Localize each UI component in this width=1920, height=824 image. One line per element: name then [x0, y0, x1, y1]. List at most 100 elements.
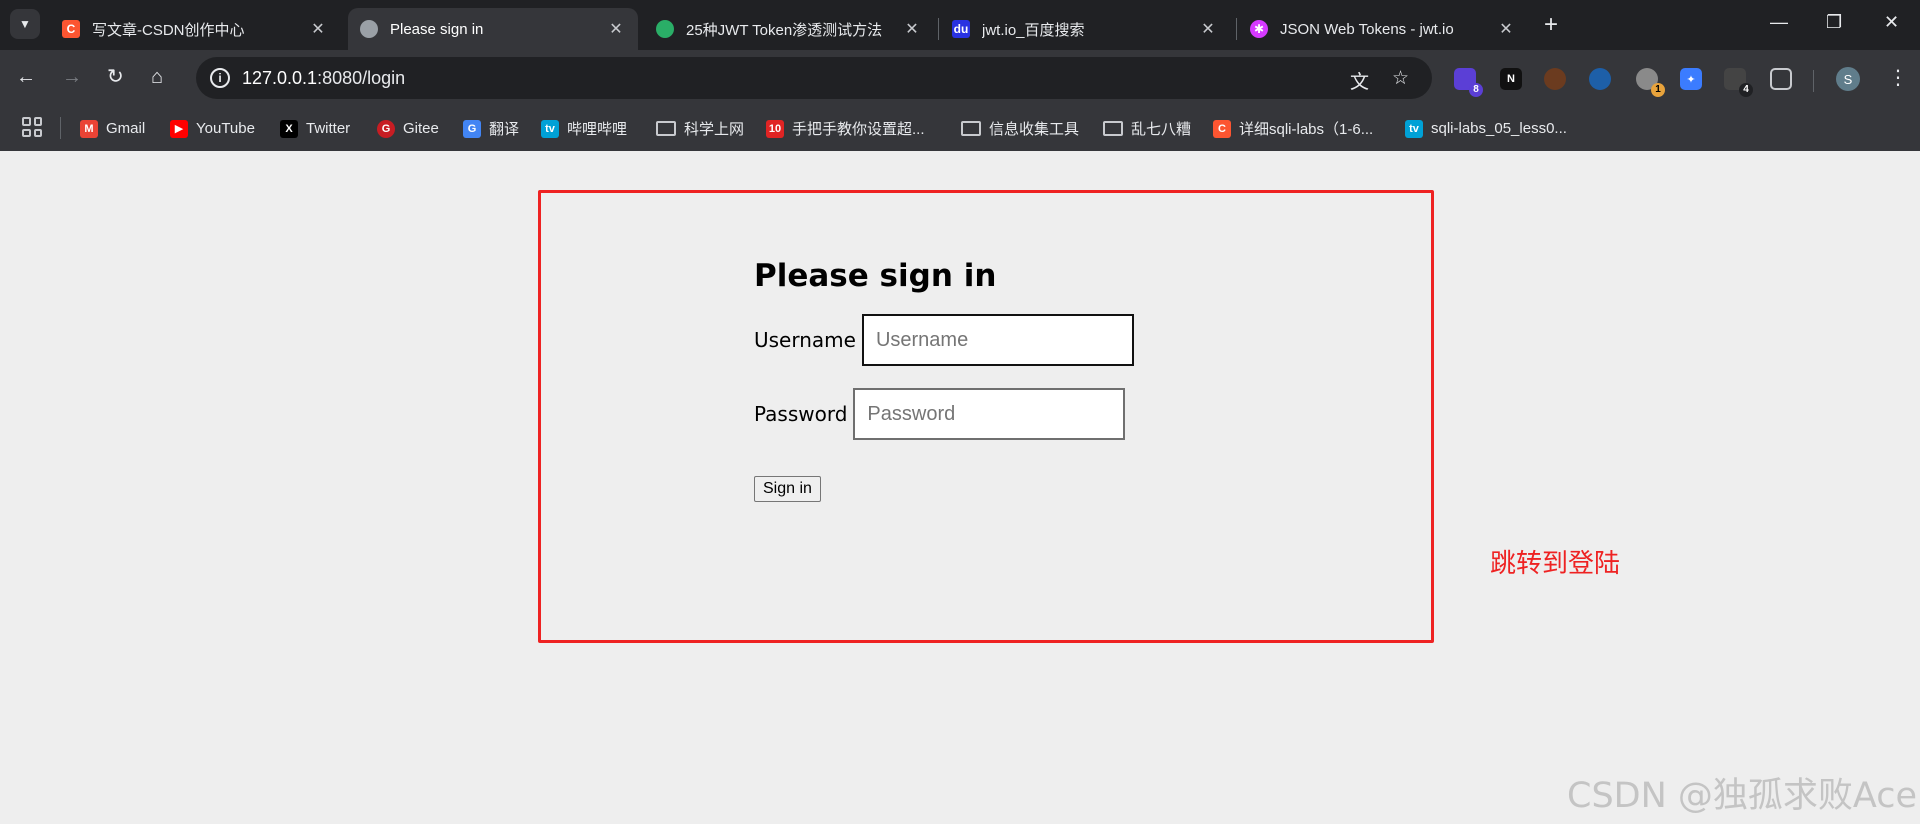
extension-purple-icon[interactable]: 8	[1454, 68, 1483, 97]
csdn-icon: C	[62, 20, 80, 38]
tab-title: 写文章-CSDN创作中心	[92, 21, 245, 39]
bookmark-label: Gmail	[106, 120, 146, 137]
twitter-icon: X	[280, 119, 298, 138]
password-input[interactable]	[853, 388, 1126, 440]
bookmark-sqli-labs-bilibili[interactable]: tv sqli-labs_05_less0...	[1405, 106, 1567, 151]
wechat-icon	[656, 20, 674, 38]
bookmark-folder-science[interactable]: 科学上网	[656, 106, 744, 151]
bookmark-bilibili[interactable]: tv 哔哩哔哩	[541, 106, 627, 151]
extension-bird-icon[interactable]: ✦	[1680, 68, 1702, 90]
globe-icon	[360, 20, 378, 38]
gitee-icon: G	[377, 119, 395, 138]
bookmark-tutorial[interactable]: 10 手把手教你设置超...	[766, 106, 925, 151]
bookmark-translate[interactable]: G 翻译	[463, 106, 519, 151]
bookmark-label: 哔哩哔哩	[567, 121, 628, 138]
profile-initial: S	[1843, 71, 1853, 87]
close-icon[interactable]: ✕	[606, 19, 626, 39]
jwt-icon: ✱	[1250, 20, 1268, 38]
address-bar[interactable]: i 127.0.0.1:8080/login 文 ☆	[196, 57, 1432, 99]
tab-search-button[interactable]: ▼	[10, 9, 40, 39]
username-row: Username	[754, 314, 1134, 366]
watermark-text: CSDN @独孤求败Ace	[1567, 776, 1918, 816]
more-menu-icon[interactable]: ⋮	[1888, 65, 1908, 90]
tab-baidu-search[interactable]: du jwt.io_百度搜索 ✕	[940, 8, 1230, 50]
bookmark-gitee[interactable]: G Gitee	[377, 106, 439, 151]
bookmarks-divider	[60, 117, 61, 139]
bookmark-folder-info-tools[interactable]: 信息收集工具	[961, 106, 1079, 151]
csdn-icon: C	[1213, 119, 1231, 138]
translate-page-icon[interactable]: 文	[1350, 67, 1369, 94]
toolbar-divider	[1813, 70, 1814, 92]
extension-badge: 8	[1469, 83, 1483, 97]
tab-title: 25种JWT Token渗透测试方法	[686, 21, 883, 39]
bilibili-icon: tv	[541, 119, 559, 138]
site-info-icon[interactable]: i	[210, 68, 230, 88]
sign-in-button[interactable]: Sign in	[754, 476, 821, 502]
forward-arrow-icon[interactable]: →	[62, 66, 82, 88]
bookmark-label: YouTube	[196, 120, 255, 137]
bookmark-label: sqli-labs_05_less0...	[1431, 120, 1567, 137]
extension-hacker-icon[interactable]	[1544, 68, 1566, 90]
extensions-puzzle-icon[interactable]	[1770, 68, 1792, 90]
tab-strip: ▼ C 写文章-CSDN创作中心 ✕ Please sign in ✕ 25种J…	[0, 0, 1920, 50]
back-arrow-icon[interactable]: ←	[16, 66, 36, 88]
close-icon[interactable]: ✕	[1496, 19, 1516, 39]
bilibili-icon: tv	[1405, 119, 1423, 138]
reload-icon[interactable]: ↻	[107, 66, 124, 88]
bookmark-youtube[interactable]: ▶ YouTube	[170, 106, 255, 151]
close-icon[interactable]: ✕	[1198, 19, 1218, 39]
page-title: Please sign in	[754, 258, 997, 294]
annotation-text: 跳转到登陆	[1490, 549, 1621, 579]
bookmark-label: 乱七八糟	[1131, 121, 1192, 138]
url-path: :8080/login	[317, 68, 406, 88]
folder-icon	[1103, 121, 1123, 136]
signin-form: Please sign in Username Password Sign in	[754, 258, 1134, 502]
password-label: Password	[754, 402, 848, 426]
tab-csdn-editor[interactable]: C 写文章-CSDN创作中心 ✕	[50, 8, 340, 50]
bookmark-label: 详细sqli-labs（1-6...	[1239, 121, 1374, 138]
bookmark-sqli-labs-csdn[interactable]: C 详细sqli-labs（1-6...	[1213, 106, 1373, 151]
page-content: Please sign in Username Password Sign in…	[0, 151, 1920, 824]
tab-jwt-io[interactable]: ✱ JSON Web Tokens - jwt.io ✕	[1238, 8, 1528, 50]
profile-avatar[interactable]: S	[1836, 67, 1860, 91]
window-close-icon[interactable]: ✕	[1884, 12, 1899, 33]
tab-divider	[938, 18, 939, 40]
chevron-down-icon: ▼	[19, 17, 31, 31]
minimize-icon[interactable]: —	[1770, 12, 1788, 33]
extension-badge: 4	[1739, 83, 1753, 97]
folder-icon	[656, 121, 676, 136]
bookmarks-bar: M Gmail ▶ YouTube X Twitter G Gitee G 翻译…	[0, 106, 1920, 151]
password-row: Password	[754, 388, 1134, 440]
home-icon[interactable]: ⌂	[151, 66, 163, 88]
url-text[interactable]: 127.0.0.1:8080/login	[242, 68, 405, 89]
url-host: 127.0.0.1	[242, 68, 318, 88]
username-label: Username	[754, 328, 856, 352]
bookmark-gmail[interactable]: M Gmail	[80, 106, 145, 151]
tab-please-sign-in[interactable]: Please sign in ✕	[348, 8, 638, 50]
restore-icon[interactable]: ❐	[1826, 12, 1842, 33]
bookmark-star-icon[interactable]: ☆	[1392, 67, 1409, 90]
close-icon[interactable]: ✕	[902, 19, 922, 39]
extension-blue-icon[interactable]	[1589, 68, 1611, 90]
red-badge-icon: 10	[766, 119, 784, 138]
username-input[interactable]	[861, 314, 1134, 366]
baidu-icon: du	[952, 20, 970, 38]
extension-black-icon[interactable]: N	[1500, 68, 1522, 90]
apps-grid-icon[interactable]	[22, 117, 42, 137]
translate-icon: G	[463, 119, 481, 138]
extension-page-icon[interactable]: 4	[1724, 68, 1753, 97]
folder-icon	[961, 121, 981, 136]
new-tab-plus-icon[interactable]: +	[1544, 12, 1558, 38]
gmail-icon: M	[80, 119, 98, 138]
bookmark-label: 科学上网	[684, 121, 745, 138]
extension-gray-icon[interactable]: 1	[1636, 68, 1665, 97]
close-icon[interactable]: ✕	[308, 19, 328, 39]
bookmark-label: 翻译	[489, 121, 520, 138]
bookmark-label: Twitter	[306, 120, 351, 137]
bookmark-twitter[interactable]: X Twitter	[280, 106, 350, 151]
tab-jwt-pentest[interactable]: 25种JWT Token渗透测试方法 ✕	[644, 8, 934, 50]
bookmark-folder-misc[interactable]: 乱七八糟	[1103, 106, 1191, 151]
tab-title: JSON Web Tokens - jwt.io	[1280, 20, 1454, 38]
bookmark-label: 信息收集工具	[989, 121, 1080, 138]
browser-toolbar: ← → ↻ ⌂ i 127.0.0.1:8080/login 文 ☆ 8 N 1…	[0, 50, 1920, 106]
